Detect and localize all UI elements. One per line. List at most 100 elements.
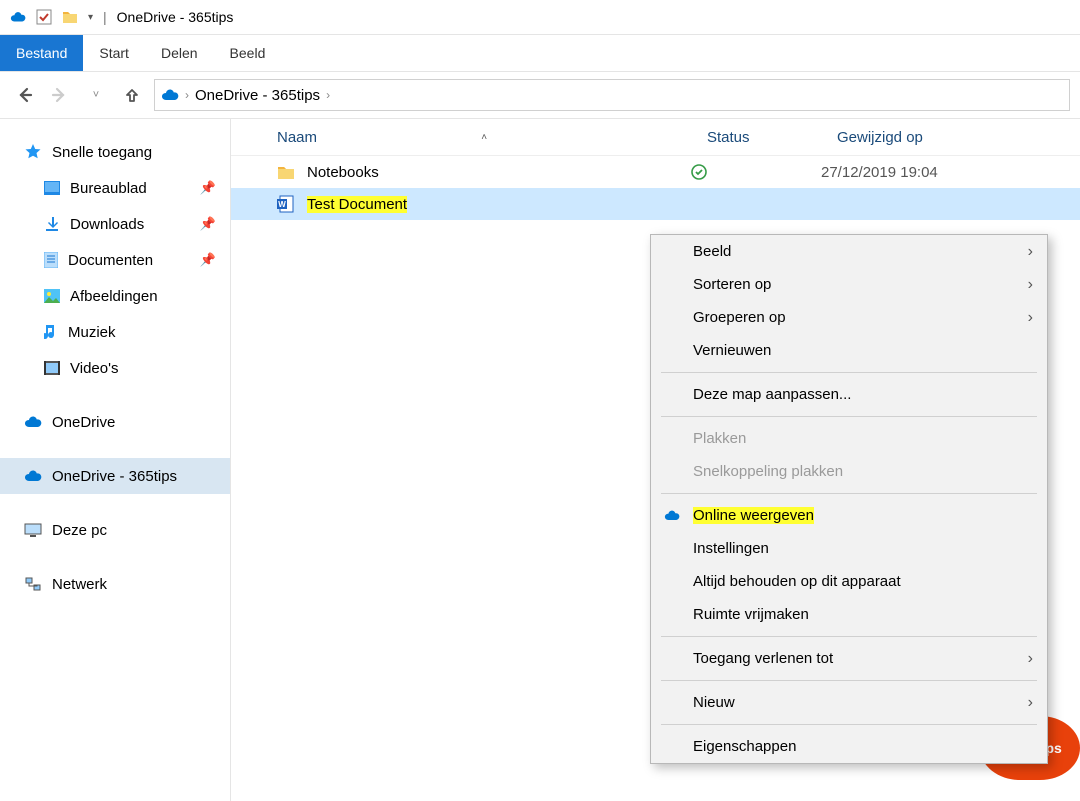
ctx-label: Beeld [693, 243, 731, 260]
document-icon [44, 252, 58, 268]
ctx-always-keep[interactable]: Altijd behouden op dit apparaat [651, 565, 1047, 598]
sidebar-item-label: Documenten [68, 252, 153, 269]
nav-back-button[interactable] [10, 81, 38, 109]
file-name: Test Document [307, 196, 691, 213]
column-header-modified[interactable]: Gewijzigd op [837, 129, 1080, 146]
context-menu-separator [661, 680, 1037, 681]
onedrive-cloud-icon [161, 89, 179, 101]
pin-icon: 📌 [200, 180, 216, 196]
tab-bestand[interactable]: Bestand [0, 35, 83, 71]
desktop-icon [44, 181, 60, 195]
sidebar-item-downloads[interactable]: Downloads 📌 [0, 206, 230, 242]
sidebar-item-label: Video's [70, 360, 118, 377]
window-title: OneDrive - 365tips [117, 9, 234, 25]
onedrive-cloud-icon [10, 9, 26, 25]
chevron-right-icon: › [1028, 276, 1033, 294]
ctx-label: Online weergeven [693, 507, 814, 524]
chevron-right-icon: › [1028, 694, 1033, 712]
column-header-status[interactable]: Status [707, 129, 837, 146]
word-doc-icon: W [277, 195, 297, 213]
navigation-bar: ˅ › OneDrive - 365tips › [0, 72, 1080, 119]
sidebar-onedrive-365tips[interactable]: OneDrive - 365tips [0, 458, 230, 494]
ctx-label: Nieuw [693, 694, 735, 711]
sidebar-item-label: Snelle toegang [52, 144, 152, 161]
ctx-view-online[interactable]: Online weergeven [651, 499, 1047, 532]
context-menu-separator [661, 372, 1037, 373]
column-header-name[interactable]: Naam ˄ [231, 129, 707, 146]
title-bar: ▾ | OneDrive - 365tips [0, 0, 1080, 35]
sidebar-network[interactable]: Netwerk [0, 566, 230, 602]
star-icon [24, 143, 42, 161]
ctx-label: Altijd behouden op dit apparaat [693, 573, 901, 590]
sidebar-item-label: Deze pc [52, 522, 107, 539]
sidebar-item-label: Muziek [68, 324, 116, 341]
sidebar-onedrive[interactable]: OneDrive [0, 404, 230, 440]
computer-icon [24, 523, 42, 537]
ctx-label: Plakken [693, 430, 746, 447]
download-icon [44, 216, 60, 232]
nav-forward-button [46, 81, 74, 109]
sidebar-item-music[interactable]: Muziek [0, 314, 230, 350]
sort-indicator-icon: ˄ [481, 132, 487, 143]
tab-delen[interactable]: Delen [145, 35, 214, 71]
ctx-group[interactable]: Groeperen op› [651, 301, 1047, 334]
ctx-label: Deze map aanpassen... [693, 386, 851, 403]
ctx-new[interactable]: Nieuw › [651, 686, 1047, 719]
folder-icon [62, 9, 78, 25]
sidebar-item-label: Afbeeldingen [70, 288, 158, 305]
breadcrumb-segment[interactable]: OneDrive - 365tips [195, 87, 320, 104]
music-icon [44, 324, 58, 340]
sidebar-item-label: Downloads [70, 216, 144, 233]
navigation-pane: Snelle toegang Bureaublad 📌 Downloads 📌 … [0, 119, 231, 801]
context-menu-separator [661, 416, 1037, 417]
nav-recent-dropdown[interactable]: ˅ [82, 81, 110, 109]
chevron-right-icon[interactable]: › [326, 88, 330, 102]
onedrive-cloud-icon [663, 507, 681, 525]
file-row[interactable]: W Test Document ✓ [231, 188, 1080, 220]
tab-start[interactable]: Start [83, 35, 145, 71]
ctx-properties[interactable]: Eigenschappen [651, 730, 1047, 763]
ctx-label: Snelkoppeling plakken [693, 463, 843, 480]
sidebar-item-pictures[interactable]: Afbeeldingen [0, 278, 230, 314]
ctx-label: Instellingen [693, 540, 769, 557]
ctx-label: Ruimte vrijmaken [693, 606, 809, 623]
ctx-refresh[interactable]: Vernieuwen [651, 334, 1047, 367]
ctx-view[interactable]: Beeld › [651, 235, 1047, 268]
onedrive-cloud-icon [24, 470, 42, 482]
chevron-right-icon: › [1028, 650, 1033, 668]
ctx-settings[interactable]: Instellingen [651, 532, 1047, 565]
ctx-customize-folder[interactable]: Deze map aanpassen... [651, 378, 1047, 411]
tab-beeld[interactable]: Beeld [214, 35, 282, 71]
status-synced-icon [691, 164, 821, 180]
file-row[interactable]: Notebooks 27/12/2019 19:04 [231, 156, 1080, 188]
nav-up-button[interactable] [118, 81, 146, 109]
chevron-right-icon: › [1028, 243, 1033, 261]
sidebar-item-desktop[interactable]: Bureaublad 📌 [0, 170, 230, 206]
sidebar-item-label: OneDrive [52, 414, 115, 431]
ctx-sort[interactable]: Sorteren op› [651, 268, 1047, 301]
sidebar-item-label: Netwerk [52, 576, 107, 593]
ctx-free-up-space[interactable]: Ruimte vrijmaken [651, 598, 1047, 631]
column-header-label: Naam [277, 129, 317, 146]
sidebar-quick-access[interactable]: Snelle toegang [0, 134, 230, 170]
chevron-right-icon[interactable]: › [185, 88, 189, 102]
dropdown-indicator-icon[interactable]: ▾ [88, 12, 93, 23]
pictures-icon [44, 289, 60, 303]
onedrive-cloud-icon [24, 416, 42, 428]
checkbox-icon[interactable] [36, 9, 52, 25]
file-date: 27/12/2019 19:04 [821, 164, 1080, 181]
sidebar-item-videos[interactable]: Video's [0, 350, 230, 386]
folder-icon [277, 165, 297, 180]
sidebar-item-label: OneDrive - 365tips [52, 468, 177, 485]
sidebar-this-pc[interactable]: Deze pc [0, 512, 230, 548]
network-icon [24, 577, 42, 591]
ctx-give-access[interactable]: Toegang verlenen tot › [651, 642, 1047, 675]
breadcrumb[interactable]: › OneDrive - 365tips › [154, 79, 1070, 111]
context-menu-separator [661, 724, 1037, 725]
sidebar-item-documents[interactable]: Documenten 📌 [0, 242, 230, 278]
ctx-label: Toegang verlenen tot [693, 650, 833, 667]
ctx-label: Eigenschappen [693, 738, 796, 755]
file-name: Notebooks [307, 164, 691, 181]
ctx-label: Vernieuwen [693, 342, 771, 359]
pin-icon: 📌 [200, 216, 216, 232]
